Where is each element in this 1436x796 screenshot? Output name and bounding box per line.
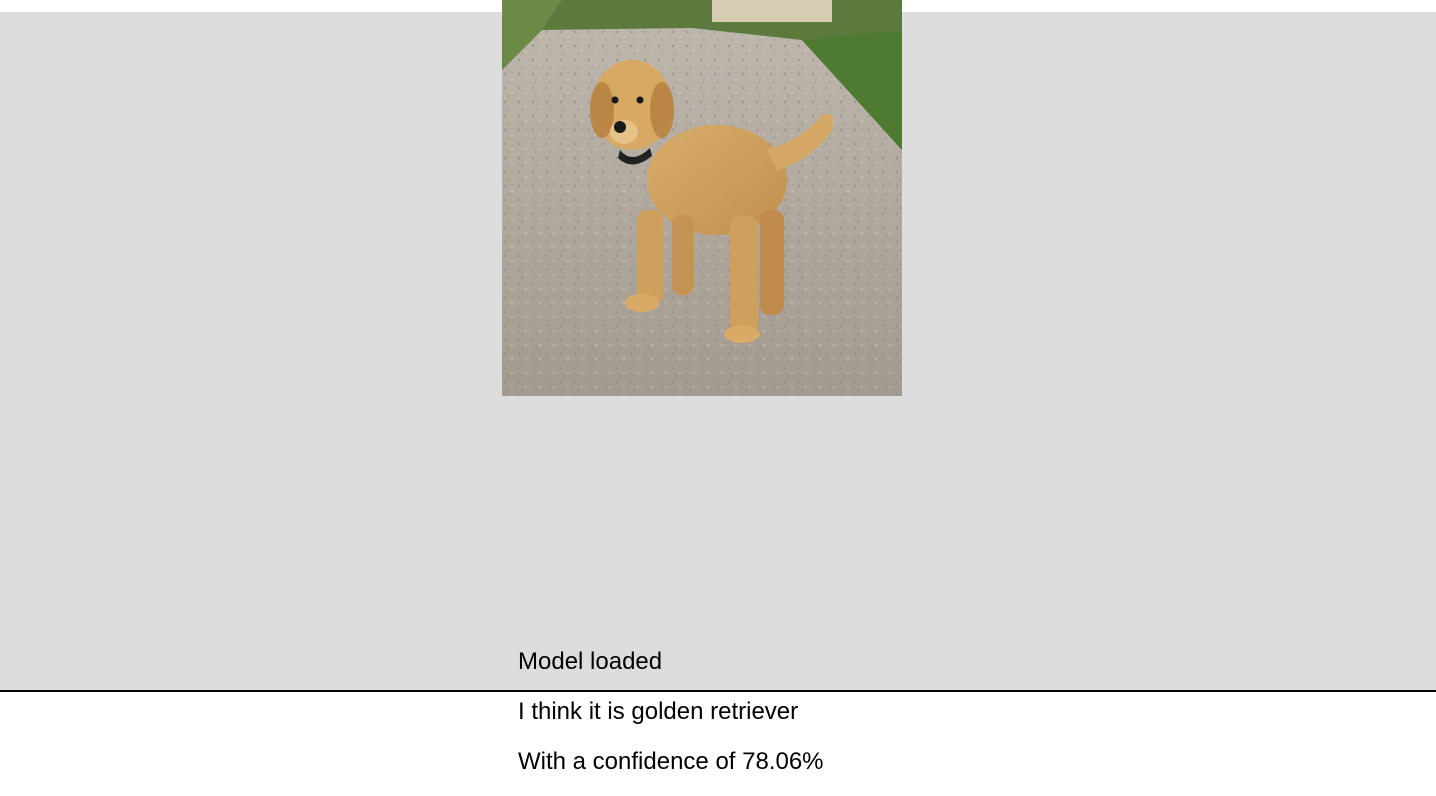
dog-photo-graphic — [502, 0, 902, 396]
prediction-text: I think it is golden retriever — [518, 698, 799, 725]
confidence-label: With a confidence of — [518, 748, 743, 775]
confidence-value: 78.06% — [742, 748, 824, 775]
confidence-text: With a confidence of 78.06% — [518, 748, 824, 776]
uploaded-image — [502, 0, 902, 396]
model-status-text: Model loaded — [518, 648, 663, 675]
